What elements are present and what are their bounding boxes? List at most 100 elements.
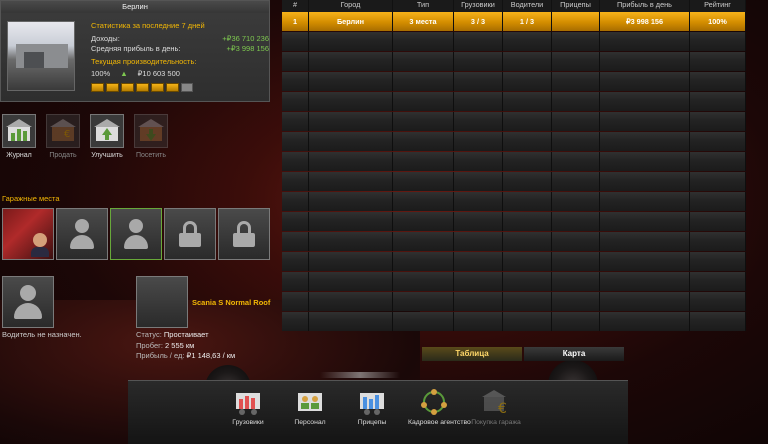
upgrade-button[interactable]: Улучшить	[88, 114, 126, 160]
table-cell-empty	[393, 272, 454, 291]
table-cell-empty	[309, 232, 393, 251]
table-cell-empty	[552, 252, 600, 271]
truck-mileage-label: Пробег:	[136, 340, 163, 350]
table-row-empty	[282, 272, 746, 291]
table-header: # Город Тип Грузовики Водители Прицепы П…	[282, 0, 746, 12]
table-cell-empty	[282, 312, 309, 331]
table-row-empty	[282, 192, 746, 211]
column-header[interactable]: Прицепы	[552, 0, 600, 12]
dock-buy-garage-button[interactable]: € Покупка гаража	[471, 387, 521, 427]
visit-label: Посетить	[135, 152, 167, 159]
garage-slot-empty[interactable]	[110, 208, 162, 260]
table-cell-empty	[503, 272, 552, 291]
tab-table[interactable]: Таблица	[422, 347, 522, 361]
table-cell-empty	[454, 312, 503, 331]
table-cell-empty	[690, 272, 746, 291]
table-cell-empty	[282, 272, 309, 291]
stats-heading: Статистика за последние 7 дней	[91, 21, 205, 30]
dock-staff-button[interactable]: Персонал	[294, 387, 326, 427]
table-cell-empty	[454, 52, 503, 71]
table-cell-empty	[690, 312, 746, 331]
table-cell-empty	[393, 192, 454, 211]
column-header[interactable]: Грузовики	[454, 0, 503, 12]
table-cell-empty	[282, 172, 309, 191]
buy-garage-icon: €	[481, 387, 511, 417]
garage-slots	[2, 208, 270, 260]
table-cell-empty	[600, 92, 690, 111]
sell-button[interactable]: € Продать	[44, 114, 82, 160]
column-header[interactable]: Рейтинг	[690, 0, 746, 12]
table-row-empty	[282, 52, 746, 71]
table-cell-empty	[282, 252, 309, 271]
table-cell-empty	[552, 132, 600, 151]
garage-city-title: Берлин	[1, 1, 269, 13]
table-cell-empty	[600, 152, 690, 171]
table-cell-empty	[282, 72, 309, 91]
recruitment-icon	[419, 387, 449, 417]
dock-recruitment-button[interactable]: Кадровое агентство	[408, 387, 471, 427]
dock-trailers-button[interactable]: Прицепы	[356, 387, 388, 427]
table-cell-empty	[600, 292, 690, 311]
table-row-empty	[282, 72, 746, 91]
table-cell-empty	[454, 112, 503, 131]
table-cell-empty	[454, 32, 503, 51]
tab-map[interactable]: Карта	[524, 347, 624, 361]
column-header[interactable]: Прибыль в день	[600, 0, 690, 12]
table-row-empty	[282, 212, 746, 231]
table-cell-empty	[503, 252, 552, 271]
column-header[interactable]: Водители	[503, 0, 552, 12]
table-cell-empty	[600, 252, 690, 271]
garage-actions: Журнал € Продать Улучшить Посетить	[0, 114, 170, 160]
table-row[interactable]: 1 Берлин 3 места 3 / 3 1 / 3 ₽3 998 156 …	[282, 12, 746, 31]
table-cell-empty	[690, 52, 746, 71]
table-cell-empty	[393, 292, 454, 311]
truck-status-value: Простаивает	[163, 330, 209, 339]
table-cell-empty	[393, 152, 454, 171]
table-cell-empty	[454, 252, 503, 271]
truck-card[interactable]	[136, 276, 188, 328]
table-row-empty	[282, 172, 746, 191]
table-cell-empty	[503, 212, 552, 231]
table-cell-empty	[454, 212, 503, 231]
table-row-empty	[282, 152, 746, 171]
column-header[interactable]: Тип	[393, 0, 454, 12]
arrow-up-icon: ▲	[120, 69, 128, 78]
table-cell-empty	[690, 252, 746, 271]
garage-slot-locked[interactable]	[218, 208, 270, 260]
table-cell-empty	[282, 212, 309, 231]
upgrade-slot	[91, 83, 104, 92]
table-cell-empty	[552, 292, 600, 311]
table-cell-empty	[454, 172, 503, 191]
table-cell-empty	[309, 92, 393, 111]
driver-avatar	[33, 233, 47, 247]
table-cell-empty	[552, 112, 600, 131]
garage-stats: Статистика за последние 7 дней Доходы: +…	[91, 21, 269, 92]
journal-button[interactable]: Журнал	[0, 114, 38, 160]
table-cell-empty	[454, 292, 503, 311]
garage-slot-occupied[interactable]	[2, 208, 54, 260]
table-cell-empty	[282, 192, 309, 211]
table-cell-empty	[552, 192, 600, 211]
visit-button[interactable]: Посетить	[132, 114, 170, 160]
table-cell-empty	[454, 72, 503, 91]
upgrade-slot	[166, 83, 179, 92]
table-cell-empty	[600, 52, 690, 71]
person-icon	[14, 285, 42, 319]
table-cell-empty	[600, 192, 690, 211]
table-cell-empty	[454, 92, 503, 111]
table-cell-empty	[309, 32, 393, 51]
garage-slot-empty[interactable]	[56, 208, 108, 260]
column-header[interactable]: Город	[309, 0, 393, 12]
table-cell-empty	[393, 52, 454, 71]
table-cell-empty	[454, 272, 503, 291]
driver-card[interactable]	[2, 276, 54, 328]
table-cell-empty	[552, 172, 600, 191]
column-header[interactable]: #	[282, 0, 309, 12]
table-body: 1 Берлин 3 места 3 / 3 1 / 3 ₽3 998 156 …	[282, 12, 746, 331]
visit-icon	[134, 114, 168, 148]
table-cell-empty	[393, 172, 454, 191]
dock-trucks-button[interactable]: Грузовики	[232, 387, 264, 427]
table-cell-empty	[393, 312, 454, 331]
garage-slot-locked[interactable]	[164, 208, 216, 260]
table-cell-empty	[282, 152, 309, 171]
